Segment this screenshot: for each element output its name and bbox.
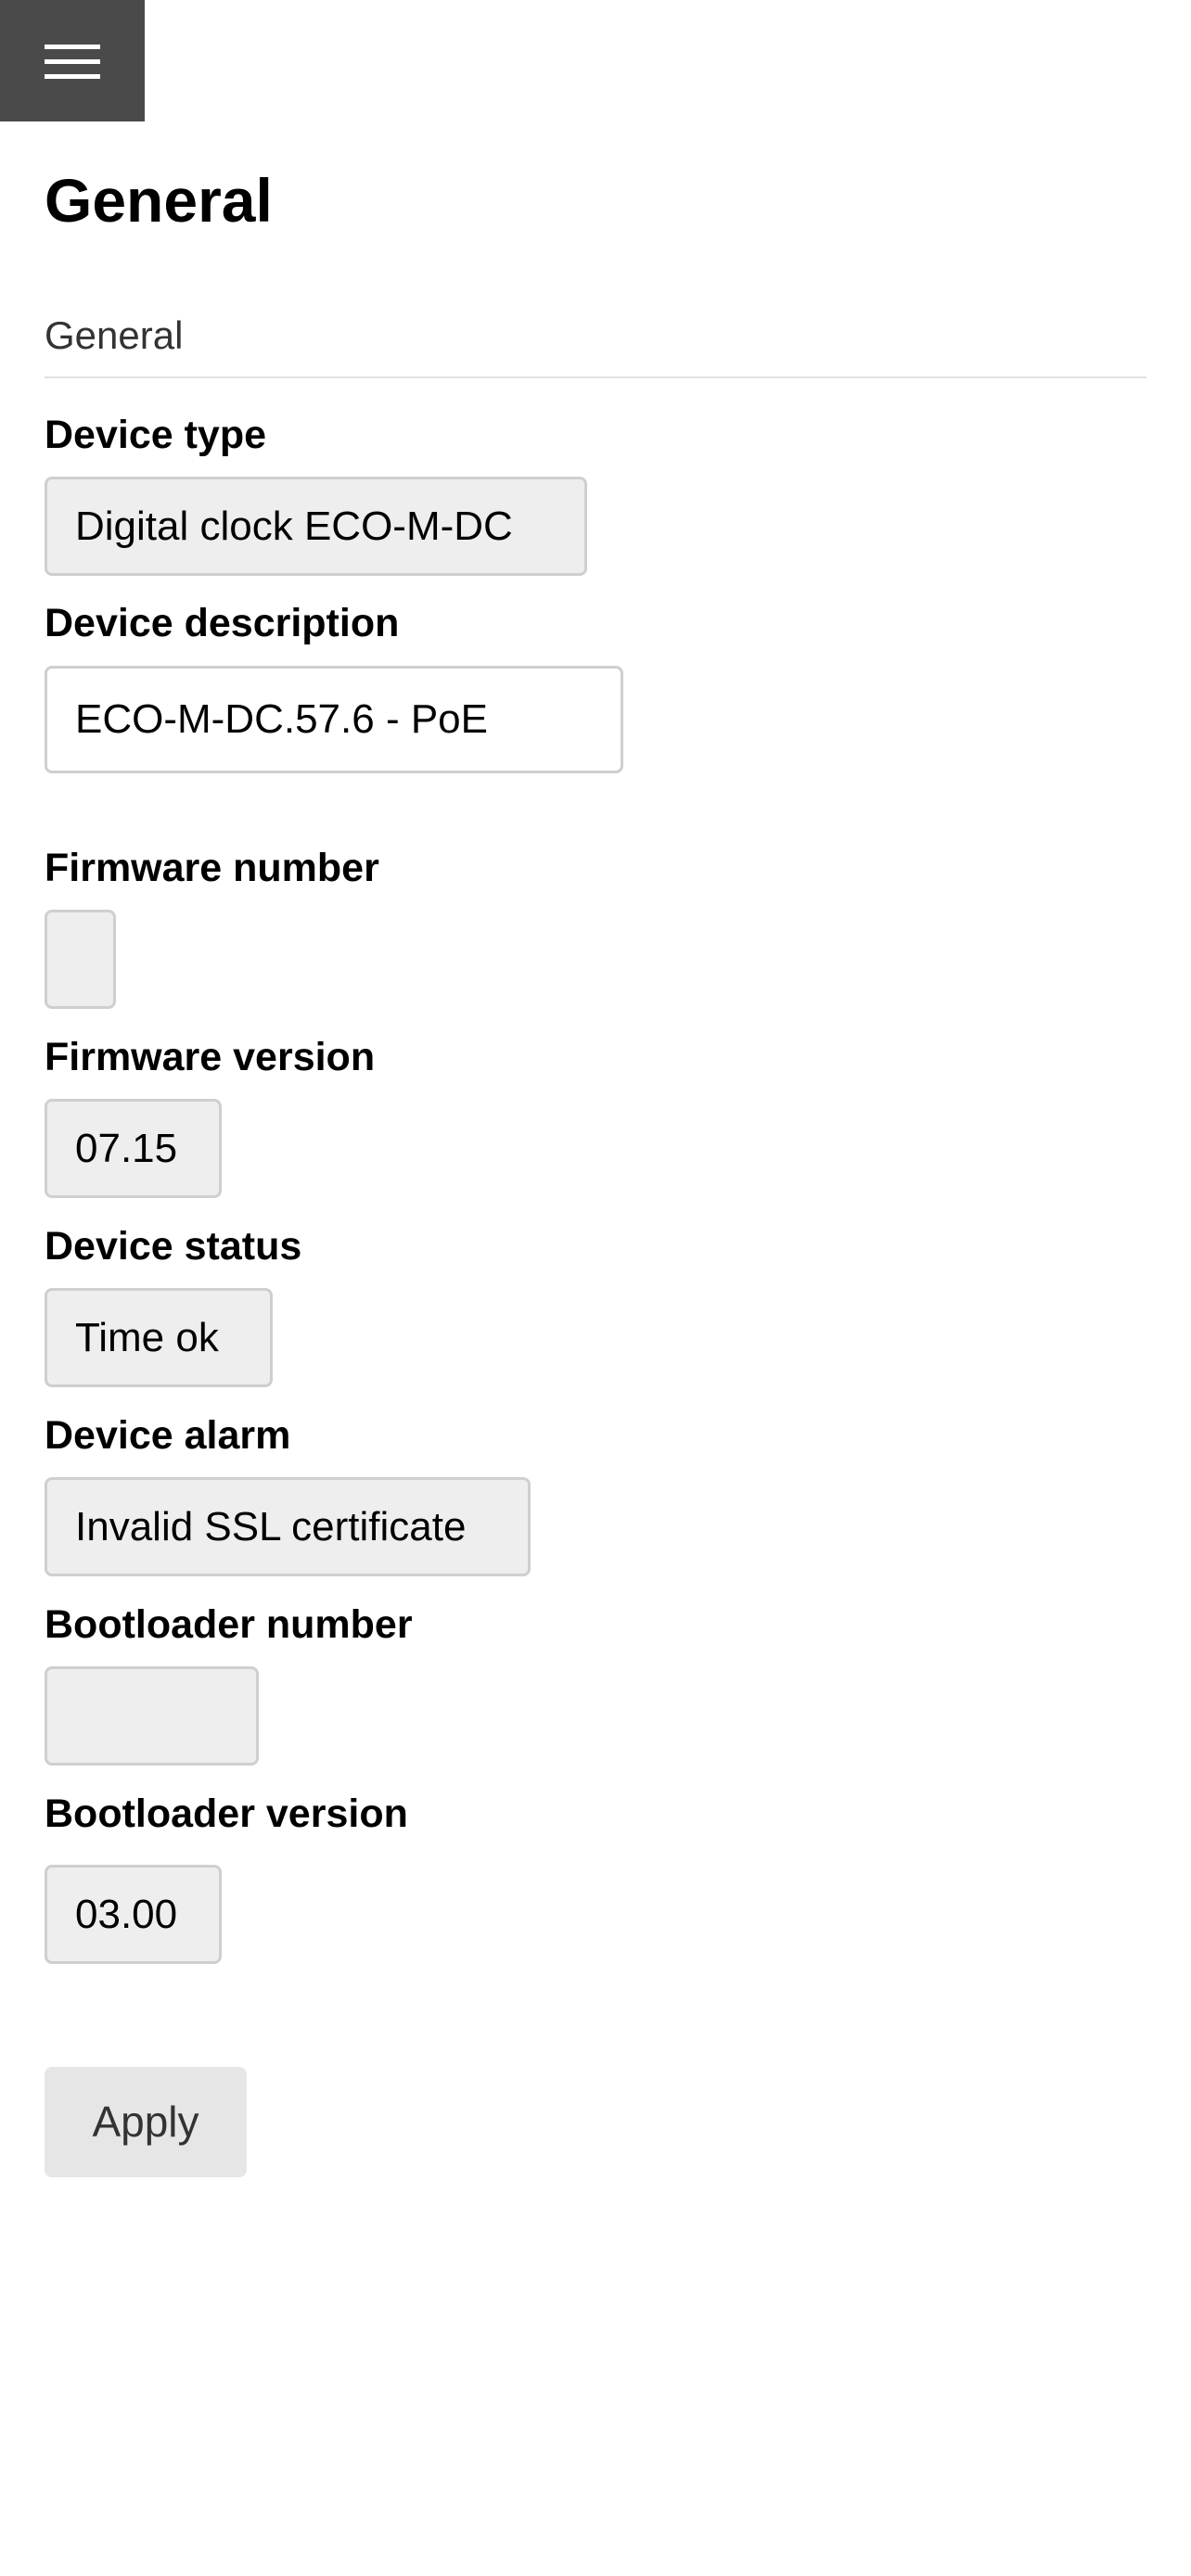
firmware-number-field (45, 910, 116, 1009)
device-description-input[interactable]: ECO-M-DC.57.6 - PoE (45, 666, 623, 773)
firmware-version-field: 07.15 (45, 1099, 222, 1198)
bootloader-version-field: 03.00 (45, 1865, 222, 1964)
bootloader-version-label: Bootloader version (45, 1792, 408, 1836)
divider (45, 376, 1146, 378)
menu-button[interactable] (0, 0, 145, 121)
device-status-label: Device status (45, 1224, 302, 1269)
device-status-field: Time ok (45, 1288, 273, 1387)
device-alarm-field: Invalid SSL certificate (45, 1477, 531, 1576)
section-title: General (45, 313, 184, 357)
apply-button[interactable]: Apply (45, 2067, 247, 2177)
firmware-version-label: Firmware version (45, 1035, 376, 1079)
bootloader-number-label: Bootloader number (45, 1602, 413, 1647)
device-type-label: Device type (45, 413, 267, 457)
device-type-field: Digital clock ECO-M-DC (45, 477, 587, 576)
bootloader-number-field (45, 1666, 259, 1766)
device-description-label: Device description (45, 601, 400, 645)
firmware-number-label: Firmware number (45, 846, 379, 890)
page-title: General (45, 166, 273, 235)
device-alarm-label: Device alarm (45, 1413, 291, 1458)
